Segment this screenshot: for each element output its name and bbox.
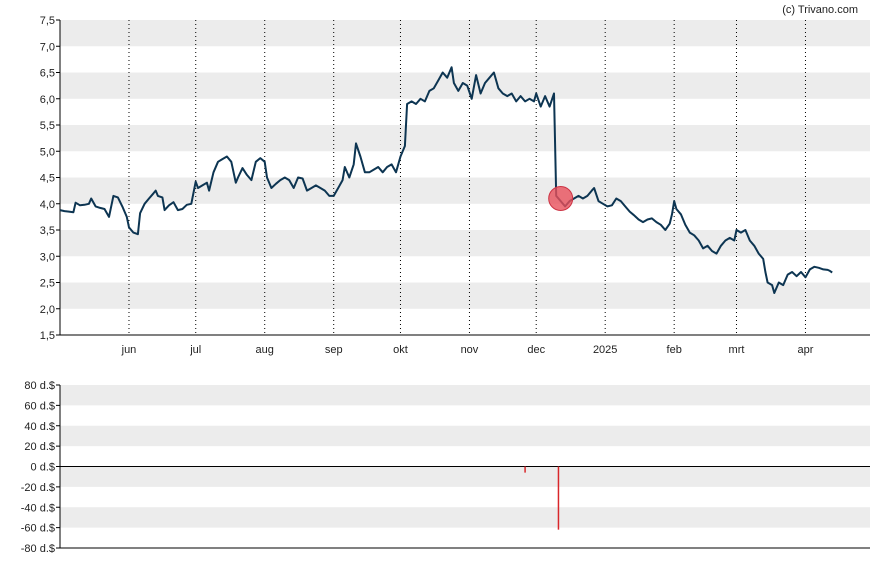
y-tick-label: 1,5 (40, 330, 55, 342)
y-tick-label: 7,5 (40, 15, 55, 27)
x-tick-label: mrt (729, 344, 745, 356)
price-band (60, 125, 870, 152)
price-panel: jun jul aug sep okt nov dec 2025 feb mrt apr 7,5 7,0… (40, 15, 870, 356)
dividend-marker (548, 186, 574, 211)
price-band (60, 20, 870, 47)
dividend-band (60, 425, 870, 447)
y2-tick-label: -80 d.$ (21, 543, 55, 555)
y-tick-label: 3,5 (40, 225, 55, 237)
x-tick-label: aug (256, 344, 274, 356)
y-tick-label: 5,5 (40, 120, 55, 132)
x-tick-label: 2025 (593, 344, 617, 356)
x-tick-label: jun (121, 344, 137, 356)
y-tick-label: 2,0 (40, 304, 55, 316)
dividend-band (60, 507, 870, 528)
x-tick-label: nov (461, 344, 479, 356)
y2-tick-label: -40 d.$ (21, 502, 55, 514)
y-tick-label: 4,5 (40, 173, 55, 185)
x-tick-label: feb (667, 344, 682, 356)
y-tick-label: 2,5 (40, 278, 55, 290)
y-tick-label: 4,0 (40, 199, 55, 211)
x-tick-label: dec (527, 344, 545, 356)
y-tick-label: 6,0 (40, 94, 55, 106)
y-tick-label: 5,0 (40, 146, 55, 158)
y2-tick-label: 40 d.$ (24, 421, 55, 433)
x-tick-label: apr (798, 344, 814, 356)
price-band (60, 282, 870, 309)
y2-tick-label: 80 d.$ (24, 380, 55, 392)
y2-tick-label: -60 d.$ (21, 523, 55, 535)
price-band (60, 72, 870, 99)
dividend-panel: 80 d.$ 60 d.$ 40 d.$ 20 d.$ 0 d.$ -20 d.$ -40 … (21, 380, 870, 555)
y-tick-label: 3,0 (40, 251, 55, 263)
copyright-label: (c) Trivano.com (782, 4, 858, 16)
y2-tick-label: 0 d.$ (31, 462, 55, 474)
chart-stage: jun jul aug sep okt nov dec 2025 feb mrt apr 7,5 7,0… (0, 0, 888, 565)
x-tick-label: okt (393, 344, 408, 356)
y2-tick-label: -20 d.$ (21, 482, 55, 494)
chart-canvas: jun jul aug sep okt nov dec 2025 feb mrt apr 7,5 7,0… (21, 4, 870, 555)
y2-tick-label: 20 d.$ (24, 441, 55, 453)
y-tick-label: 7,0 (40, 41, 55, 53)
price-band (60, 230, 870, 257)
price-band (60, 177, 870, 204)
y2-tick-label: 60 d.$ (24, 400, 55, 412)
dividend-band (60, 385, 870, 406)
y-tick-label: 6,5 (40, 68, 55, 80)
x-tick-label: jul (189, 344, 201, 356)
dividend-band (60, 466, 870, 487)
x-tick-label: sep (325, 344, 343, 356)
